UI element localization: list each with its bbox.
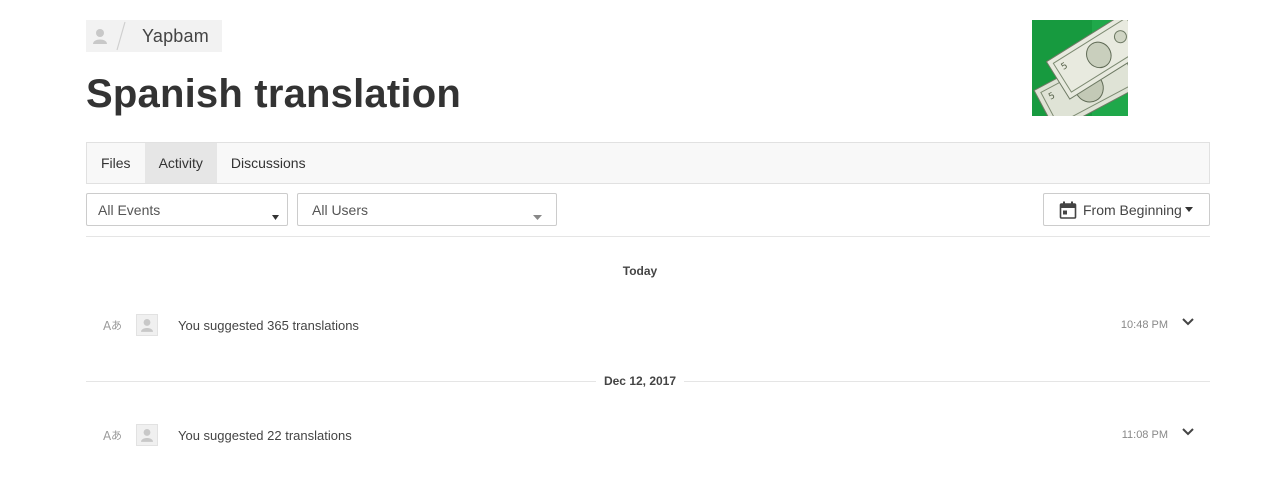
activity-description: You suggested 22 translations — [178, 427, 352, 443]
chevron-down-icon[interactable] — [1182, 318, 1194, 326]
project-image: 5 5 — [1032, 20, 1128, 116]
breadcrumb: Yapbam — [86, 20, 222, 52]
tab-bar: Files Activity Discussions — [86, 142, 1210, 184]
tab-discussions[interactable]: Discussions — [217, 143, 320, 183]
tab-activity[interactable]: Activity — [144, 143, 217, 183]
date-range-value: From Beginning — [1083, 201, 1182, 218]
activity-item: A あ You suggested 365 translations 10:48… — [86, 310, 1210, 340]
activity-item: A あ You suggested 22 translations 11:08 … — [86, 420, 1210, 450]
filters-divider — [86, 236, 1210, 237]
user-avatar-icon[interactable] — [136, 424, 158, 446]
tab-label: Discussions — [230, 155, 306, 171]
breadcrumb-separator — [114, 20, 128, 52]
activity-description: You suggested 365 translations — [178, 317, 359, 333]
date-group-label: Dec 12, 2017 — [0, 374, 1280, 388]
tab-files[interactable]: Files — [87, 143, 145, 183]
caret-down-icon — [272, 207, 279, 223]
date-group-text: Dec 12, 2017 — [595, 374, 685, 388]
user-avatar-icon[interactable] — [136, 314, 158, 336]
activity-time: 11:08 PM — [1121, 429, 1168, 441]
user-avatar-icon[interactable] — [86, 20, 114, 52]
users-filter-value: All Users — [312, 201, 369, 218]
page-title: Spanish translation — [86, 72, 461, 116]
events-filter-select[interactable]: All Events — [86, 193, 288, 226]
events-filter-value: All Events — [98, 201, 161, 218]
tab-label: Activity — [158, 155, 203, 171]
date-range-dropdown[interactable]: From Beginning — [1043, 193, 1210, 226]
translate-icon: A あ — [86, 317, 136, 333]
svg-text:あ: あ — [111, 429, 122, 442]
svg-text:あ: あ — [111, 319, 122, 332]
breadcrumb-project-link[interactable]: Yapbam — [128, 26, 209, 47]
caret-down-icon — [1184, 207, 1193, 212]
translate-icon: A あ — [86, 427, 136, 443]
users-filter-select[interactable]: All Users — [297, 193, 557, 226]
tab-label: Files — [101, 155, 131, 171]
date-group-label: Today — [622, 264, 658, 278]
calendar-icon — [1059, 201, 1077, 219]
chevron-down-icon[interactable] — [1182, 428, 1194, 436]
caret-down-icon — [533, 207, 542, 223]
activity-time: 10:48 PM — [1120, 319, 1168, 331]
